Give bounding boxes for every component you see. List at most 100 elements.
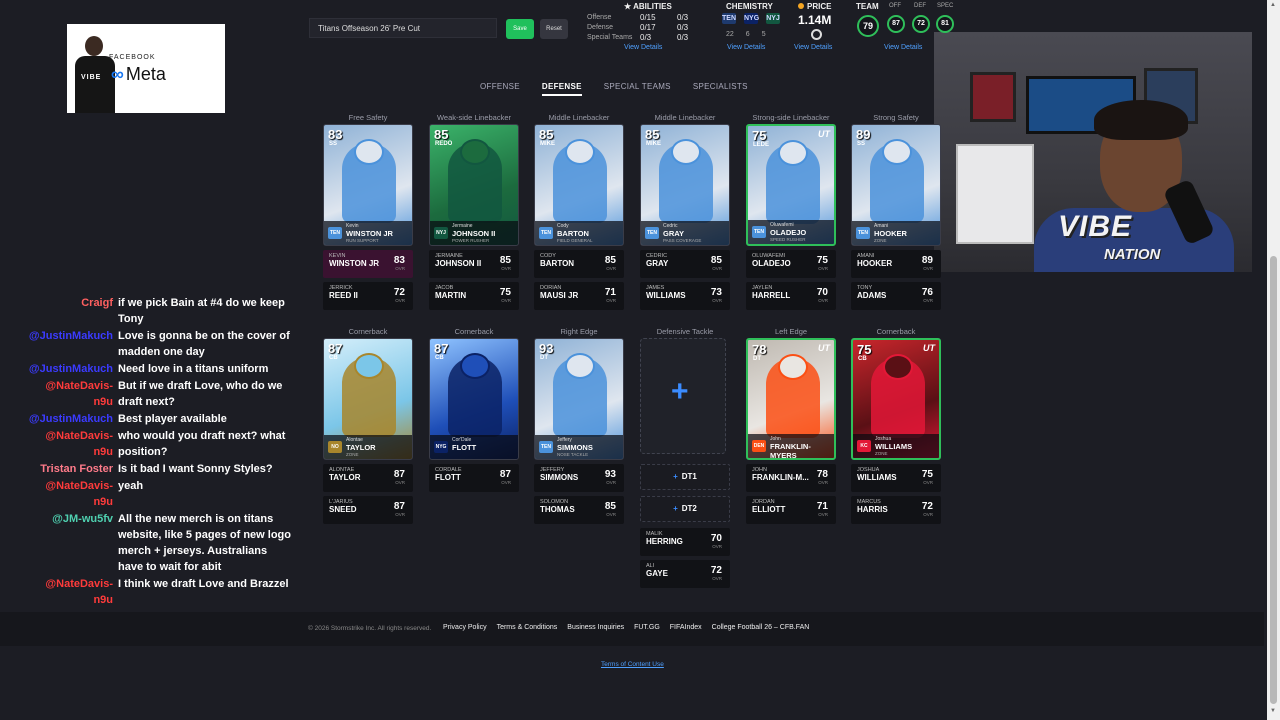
player-card[interactable]: 78DTUTJohnFRANKLIN-MYERSNOSE TACKLEDEN — [746, 338, 836, 460]
footer-link-cfb[interactable]: College Football 26 – CFB.FAN — [712, 624, 810, 631]
ovr-label: OVR — [712, 576, 722, 581]
chat-username[interactable]: @NateDavis-n9u — [28, 428, 118, 460]
depth-chart-row[interactable]: JEFFERY SIMMONS 93 OVR — [534, 464, 624, 492]
chat-username[interactable]: Craigf — [28, 295, 118, 327]
add-player-icon[interactable]: + — [671, 375, 689, 409]
team-view-details-link[interactable]: View Details — [884, 44, 922, 51]
chat-username[interactable]: @NateDavis-n9u — [28, 378, 118, 410]
depth-chart-row[interactable]: JAMES WILLIAMS 73 OVR — [640, 282, 730, 310]
player-card[interactable]: 87 CB Alontae TAYLOR ZONE NO — [323, 338, 413, 460]
player-card[interactable]: 85 REDO Jermaine JOHNSON II POWER RUSHER NYJ — [429, 124, 519, 246]
card-overall: 87 — [434, 341, 449, 356]
abilities-view-details-link[interactable]: View Details — [624, 44, 662, 51]
depth-chart-row[interactable]: CEDRIC GRAY 85 OVR — [640, 250, 730, 278]
chat-username[interactable]: @JustinMakuch — [28, 328, 118, 360]
depth-chart-row[interactable]: AMANI HOOKER 89 OVR — [851, 250, 941, 278]
shelf — [956, 144, 1034, 244]
depth-chart-row[interactable]: OLUWAFEMI OLADEJO 75 OVR — [746, 250, 836, 278]
chemistry-team-icons: TEN NYG NYJ — [722, 13, 780, 24]
depth-chart-row[interactable]: CORDALE FLOTT 87 OVR — [429, 464, 519, 492]
chat-username[interactable]: @JustinMakuch — [28, 411, 118, 427]
footer-link-terms[interactable]: Terms & Conditions — [497, 624, 558, 631]
chemistry-view-details-link[interactable]: View Details — [727, 44, 765, 51]
special-teams-rating: 81 — [936, 15, 954, 33]
depth-chart-row[interactable]: CODY BARTON 85 OVR — [534, 250, 624, 278]
ovr-label: OVR — [395, 512, 405, 517]
card-last-name: GRAY — [663, 229, 684, 238]
footer-link-privacy[interactable]: Privacy Policy — [443, 624, 487, 631]
terms-of-content-link[interactable]: Terms of Content Use — [601, 661, 664, 668]
player-card[interactable]: 85 MIKE Cedric GRAY PASS COVERAGE TEN — [640, 124, 730, 246]
depth-chart-row[interactable]: JOSHUA WILLIAMS 75 OVR — [851, 464, 941, 492]
player-card[interactable]: 75 CB UT Joshua WILLIAMS ZONE KC — [851, 338, 941, 460]
chat-username[interactable]: @JustinMakuch — [28, 361, 118, 377]
chat-username[interactable]: Tristan Foster — [28, 461, 118, 477]
footer-link-business[interactable]: Business Inquiries — [567, 624, 624, 631]
scrollbar-thumb[interactable] — [1270, 256, 1277, 704]
plus-icon: + — [673, 472, 678, 481]
titans-icon: TEN — [722, 13, 736, 24]
chat-username[interactable]: @JM-wu5fv — [28, 511, 118, 575]
depth-chart-row[interactable]: ALONTAE TAYLOR 87 OVR — [323, 464, 413, 492]
reset-button[interactable]: Reset — [540, 19, 568, 39]
card-position: CB — [435, 355, 444, 361]
tab-offense[interactable]: OFFENSE — [480, 82, 520, 96]
player-card[interactable]: 85 MIKE Cody BARTON FIELD GENERAL TEN — [534, 124, 624, 246]
scroll-down-arrow-icon[interactable]: ▼ — [1270, 708, 1276, 714]
player-card[interactable]: 87 CB Cor'Dale FLOTT NYG — [429, 338, 519, 460]
tab-defense[interactable]: DEFENSE — [541, 82, 582, 96]
card-archetype: PASS COVERAGE — [663, 238, 702, 243]
card-overall: 85 — [645, 127, 660, 142]
add-depth-slot-button[interactable]: + DT1 — [640, 464, 730, 490]
card-last-name: HOOKER — [874, 229, 907, 238]
team-name-input[interactable]: Titans Offseason 26' Pre Cut — [309, 18, 497, 38]
chat-username[interactable]: @NateDavis-n9u — [28, 576, 118, 608]
price-view-details-link[interactable]: View Details — [794, 44, 832, 51]
footer-link-futgg[interactable]: FUT.GG — [634, 624, 660, 631]
depth-overall: 76 — [921, 287, 933, 298]
depth-chart-row[interactable]: MALIK HERRING 70 OVR — [640, 528, 730, 556]
offense-rating: 87 — [887, 15, 905, 33]
depth-chart-row[interactable]: DORIAN MAUSI JR 71 OVR — [534, 282, 624, 310]
team-logo-icon: NYG — [434, 441, 448, 453]
empty-player-slot[interactable]: + — [640, 338, 726, 454]
chat-message-text: Love is gonna be on the cover of madden … — [118, 330, 290, 358]
depth-chart-row[interactable]: JERMAINE JOHNSON II 85 OVR — [429, 250, 519, 278]
chat-username[interactable]: @NateDavis-n9u — [28, 478, 118, 510]
depth-chart-row[interactable]: MARCUS HARRIS 72 OVR — [851, 496, 941, 524]
card-position: REDO — [435, 141, 453, 147]
team-logo-icon: TEN — [645, 227, 659, 239]
depth-chart-row[interactable]: ALI GAYE 72 OVR — [640, 560, 730, 588]
page-scrollbar[interactable]: ▲ ▼ — [1267, 0, 1280, 720]
player-card[interactable]: 89 SS Amani HOOKER ZONE TEN — [851, 124, 941, 246]
player-card[interactable]: 75 LEDE UT Oluwafemi OLADEJO SPEED RUSHER TEN — [746, 124, 836, 246]
footer-link-fifaindex[interactable]: FIFAIndex — [670, 624, 702, 631]
depth-chart-row[interactable]: JOHN FRANKLIN-M... 78 OVR — [746, 464, 836, 492]
depth-chart-row[interactable]: TONY ADAMS 76 OVR — [851, 282, 941, 310]
chat-message-text: All the new merch is on titans website, … — [118, 513, 291, 573]
card-overall: 83 — [328, 127, 343, 142]
scroll-up-arrow-icon[interactable]: ▲ — [1270, 2, 1276, 8]
off-label: OFF — [889, 3, 901, 9]
tab-special-teams[interactable]: SPECIAL TEAMS — [604, 82, 671, 96]
save-button[interactable]: Save — [506, 19, 534, 39]
depth-chart-row[interactable]: JAYLEN HARRELL 70 OVR — [746, 282, 836, 310]
card-last-name: JOHNSON II — [452, 229, 496, 238]
add-depth-slot-button[interactable]: + DT2 — [640, 496, 730, 522]
depth-chart-row[interactable]: JERRICK REED II 72 OVR — [323, 282, 413, 310]
depth-chart-row[interactable]: KEVIN WINSTON JR 83 OVR — [323, 250, 413, 278]
depth-chart-row[interactable]: JACOB MARTIN 75 OVR — [429, 282, 519, 310]
tab-specialists[interactable]: SPECIALISTS — [693, 82, 748, 96]
chat-message-text: I think we draft Love and Brazzel — [118, 578, 289, 590]
player-card[interactable]: 93 DT Jeffery SIMMONS NOSE TACKLE TEN — [534, 338, 624, 460]
card-position: SS — [857, 141, 866, 147]
depth-chart-row[interactable]: JORDAN ELLIOTT 71 OVR — [746, 496, 836, 524]
depth-chart-row[interactable]: SOLOMON THOMAS 85 OVR — [534, 496, 624, 524]
jets-icon: NYJ — [766, 13, 780, 24]
ovr-label: OVR — [501, 298, 511, 303]
facebook-label: FACEBOOK — [109, 54, 156, 61]
ovr-label: OVR — [818, 512, 828, 517]
position-label: Cornerback — [454, 327, 494, 336]
depth-chart-row[interactable]: L'JARIUS SNEED 87 OVR — [323, 496, 413, 524]
player-card[interactable]: 83 SS Kevin WINSTON JR RUN SUPPORT TEN — [323, 124, 413, 246]
